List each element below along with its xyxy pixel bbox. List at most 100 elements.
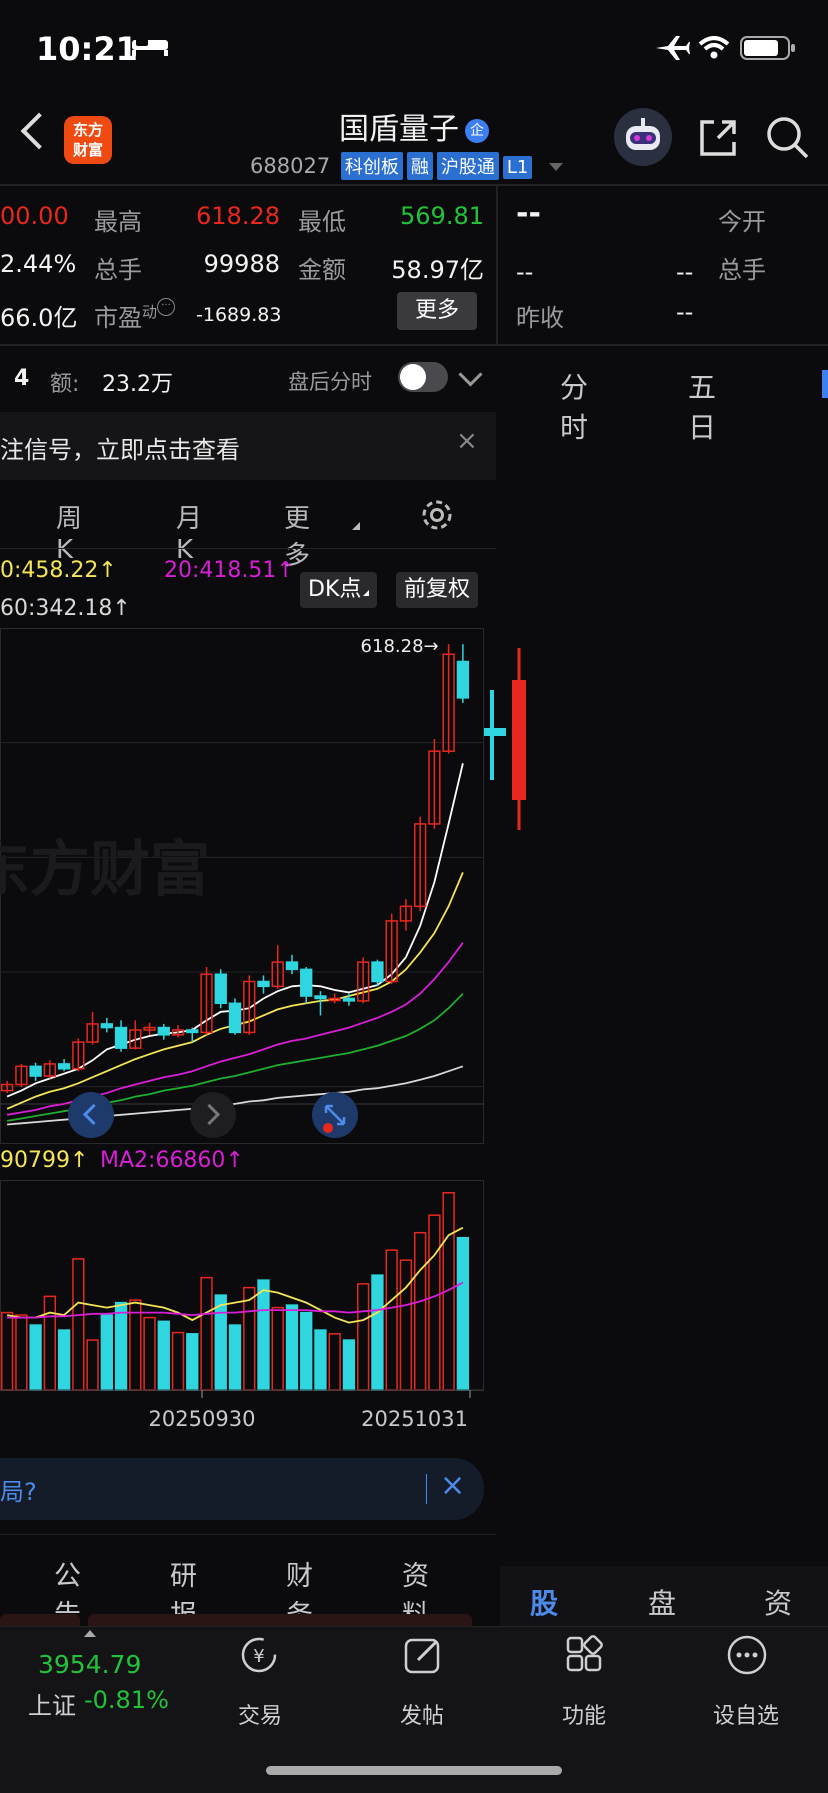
volume-bar — [29, 1324, 42, 1391]
candle-body — [314, 995, 327, 1000]
forward-adjust-button[interactable]: 前复权 — [396, 572, 479, 608]
price-cut: 00.00 — [0, 202, 69, 230]
header-divider — [0, 184, 828, 186]
bed-icon — [132, 38, 168, 56]
volume-bar — [371, 1274, 384, 1391]
index-name[interactable]: 上证 — [28, 1686, 76, 1721]
volume-bar — [43, 1295, 57, 1391]
nav-functions[interactable]: 功能 — [524, 1698, 644, 1730]
volume-ma1-legend: 90799↑ — [0, 1148, 89, 1173]
volume-bar — [385, 1249, 398, 1391]
x-tick-label: 20251031 — [361, 1407, 468, 1431]
pe-value: -1689.83 — [196, 304, 282, 326]
volume-ma2-line — [7, 1281, 464, 1319]
tabs-divider — [0, 548, 496, 549]
tag-star-market: 科创板 — [340, 152, 403, 180]
ai-close-icon[interactable]: × — [440, 1468, 465, 1503]
robot-avatar[interactable] — [614, 108, 672, 166]
low-label: 最低 — [298, 208, 346, 236]
candle-body — [300, 968, 313, 997]
after-hours-count: 4 — [14, 366, 30, 391]
after-hours-toggle[interactable] — [398, 362, 448, 392]
share-icon[interactable] — [696, 116, 740, 160]
high-label: 最高 — [94, 208, 142, 236]
more-dots-icon[interactable] — [724, 1632, 770, 1678]
candle-body — [29, 1065, 42, 1077]
signal-banner[interactable]: 注信号，立即点击查看 × — [0, 412, 496, 480]
volume-bar — [86, 1339, 99, 1391]
index-up-caret-icon — [84, 1630, 96, 1637]
stock-name: 国盾量子 — [339, 112, 459, 147]
active-tab-marker — [822, 370, 828, 398]
candlestick-chart[interactable]: 东方财富 618.28→ — [0, 628, 484, 1144]
candle-body — [100, 1023, 113, 1029]
volume-bar — [100, 1314, 113, 1391]
tab-five-day[interactable]: 五日 — [688, 366, 716, 446]
functions-grid-icon[interactable] — [562, 1632, 608, 1678]
content-divider — [0, 1534, 496, 1535]
chart-next-button[interactable] — [190, 1092, 236, 1138]
after-hours-amount-label: 额: — [50, 372, 80, 397]
dropdown-caret-icon[interactable] — [549, 163, 564, 171]
amount-label: 金额 — [298, 256, 346, 284]
status-time: 10:21 — [36, 30, 138, 68]
fullscreen-button[interactable] — [312, 1092, 358, 1138]
trade-yen-icon[interactable]: ¥ — [236, 1632, 282, 1678]
volume-ma1-line — [6, 1226, 464, 1324]
high-marker-label: 618.28→ — [361, 636, 439, 657]
tab-intraday[interactable]: 分时 — [560, 366, 588, 446]
tag-shanghai-connect: 沪股通 — [436, 152, 499, 180]
index-value[interactable]: 3954.79 — [38, 1650, 141, 1679]
candle-body — [342, 997, 356, 1002]
volume-bar — [57, 1329, 71, 1391]
volume-bar — [285, 1304, 299, 1391]
index-change-pct[interactable]: -0.81% — [84, 1686, 169, 1714]
nav-add-watchlist[interactable]: 设自选 — [686, 1698, 806, 1730]
volume-bar — [399, 1259, 413, 1391]
expand-chevron-icon[interactable] — [458, 362, 483, 387]
post-edit-icon[interactable] — [400, 1632, 446, 1678]
after-hours-toggle-label: 盘后分时 — [288, 370, 372, 394]
pct-cut: 2.44% — [0, 250, 77, 278]
tab-weekly-k[interactable]: 周K — [56, 498, 82, 565]
candle-body — [186, 1029, 199, 1034]
svg-text:¥: ¥ — [253, 1646, 264, 1667]
nav-trade[interactable]: 交易 — [200, 1698, 320, 1730]
volume-label: 总手 — [94, 256, 142, 284]
settings-gear-icon[interactable] — [418, 496, 456, 534]
prev-close-value: -- — [676, 298, 694, 326]
nav-post[interactable]: 发帖 — [362, 1698, 482, 1730]
tab-monthly-k[interactable]: 月K — [176, 498, 202, 565]
ma60-legend: 60:342.18↑ — [0, 596, 131, 621]
right-dash-1: -- — [516, 258, 534, 286]
volume-bar — [243, 1286, 256, 1391]
close-icon[interactable]: × — [456, 426, 478, 456]
ai-question-bar[interactable]: 局? × — [0, 1458, 484, 1520]
ai-question-text: 局? — [0, 1478, 37, 1506]
volume-ma2-legend: MA2:66860↑ — [100, 1148, 244, 1173]
candle-body — [371, 961, 384, 983]
tag-margin: 融 — [406, 152, 433, 180]
more-button[interactable]: 更多 — [397, 292, 477, 330]
volume-chart[interactable]: 20250930 20251031 — [0, 1180, 484, 1446]
volume-bar — [257, 1279, 270, 1391]
volume-bar — [314, 1329, 327, 1391]
low-value: 569.81 — [400, 202, 484, 230]
battery-icon — [740, 36, 795, 60]
volume-bar — [342, 1339, 356, 1391]
right-dash-big: -- — [516, 196, 541, 231]
volume-bar — [143, 1316, 156, 1391]
dk-point-button[interactable]: DK点 — [300, 572, 378, 608]
amount-value: 58.97亿 — [391, 256, 484, 284]
volume-value: 99988 — [203, 250, 280, 278]
candle-body — [285, 961, 299, 971]
info-dots-icon[interactable]: ··· — [157, 298, 176, 316]
volume-bar — [300, 1311, 313, 1391]
chart-prev-button[interactable] — [68, 1092, 114, 1138]
search-icon[interactable] — [764, 114, 812, 162]
cap-cut: 66.0亿 — [0, 304, 78, 332]
stock-code: 688027 — [250, 154, 331, 178]
signal-text: 注信号，立即点击查看 — [0, 436, 240, 464]
robot-icon — [626, 118, 660, 150]
x-tick-label: 20250930 — [149, 1407, 256, 1431]
